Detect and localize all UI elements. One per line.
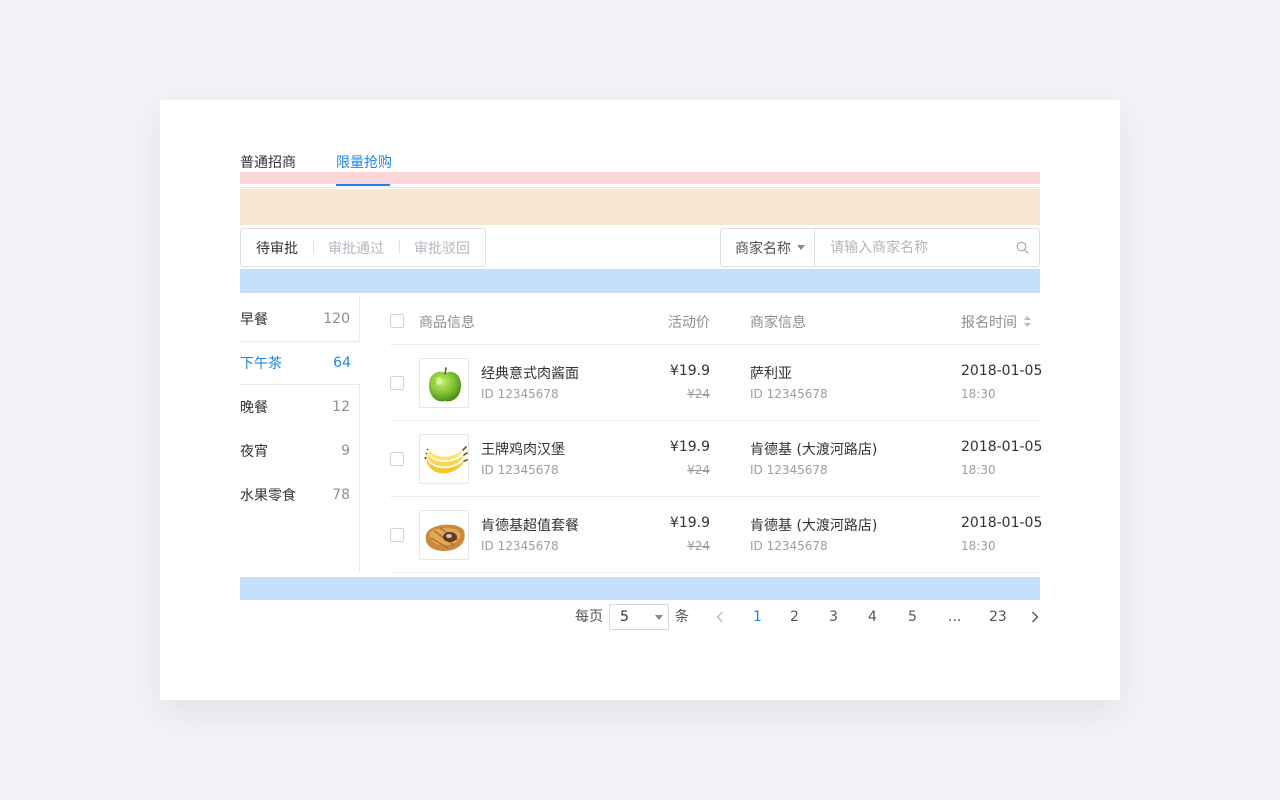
status-pending-button[interactable]: 待审批 (241, 238, 313, 258)
row-checkbox[interactable] (390, 376, 404, 390)
product-id: ID 12345678 (481, 539, 559, 553)
category-item-active[interactable]: 下午茶 64 (240, 341, 361, 385)
tab-divider (240, 187, 1040, 188)
status-approved-button[interactable]: 审批通过 (313, 238, 399, 258)
merchant-id: ID 12345678 (750, 387, 828, 401)
sort-icon[interactable] (1023, 315, 1032, 332)
sale-price: ¥19.9 (669, 439, 710, 455)
green-apple-image (419, 358, 469, 408)
table-row: 肯德基超值套餐 ID 12345678 ¥19.9 ¥24 肯德基 (大渡河路店… (390, 497, 1043, 573)
search-icon[interactable] (1006, 229, 1039, 266)
next-page-icon[interactable] (1031, 603, 1039, 631)
signup-time: 18:30 (961, 387, 996, 401)
page-23-button[interactable]: 23 (989, 603, 1007, 631)
product-name: 经典意式肉酱面 (481, 366, 579, 382)
prev-page-icon[interactable] (716, 603, 724, 631)
row-checkbox[interactable] (390, 528, 404, 542)
page-1-button[interactable]: 1 (753, 603, 762, 631)
active-tab-indicator (336, 184, 390, 186)
search-input[interactable] (815, 229, 1007, 266)
search-field-label: 商家名称 (735, 240, 791, 257)
category-item[interactable]: 早餐 120 (240, 297, 360, 341)
per-page-prefix: 每页 (575, 609, 603, 625)
row-checkbox[interactable] (390, 452, 404, 466)
per-page-suffix: 条 (675, 609, 689, 625)
original-price: ¥24 (687, 539, 710, 553)
page-2-button[interactable]: 2 (790, 603, 799, 631)
category-sidebar: 早餐 120 下午茶 64 晚餐 12 夜宵 9 水果零食 78 (240, 297, 361, 572)
caret-down-icon (797, 245, 805, 250)
header-price: 活动价 (668, 315, 710, 331)
header-product: 商品信息 (419, 315, 475, 331)
signup-time: 18:30 (961, 463, 996, 477)
header-signup-time[interactable]: 报名时间 (961, 312, 1032, 332)
merchant-search: 商家名称 (720, 228, 1040, 267)
page-ellipsis: ... (948, 609, 962, 625)
table-row: 经典意式肉酱面 ID 12345678 ¥19.9 ¥24 萨利亚 ID 123… (390, 345, 1043, 421)
original-price: ¥24 (687, 463, 710, 477)
merchant-name: 肯德基 (大渡河路店) (750, 518, 878, 534)
search-field-select[interactable]: 商家名称 (721, 229, 816, 266)
product-name: 肯德基超值套餐 (481, 518, 579, 534)
status-filter-group: 待审批 审批通过 审批驳回 (240, 228, 486, 267)
tab-flash-sale[interactable]: 限量抢购 (336, 154, 392, 172)
banana-image (419, 434, 469, 484)
merchant-id: ID 12345678 (750, 463, 828, 477)
select-all-checkbox[interactable] (390, 314, 404, 328)
merchant-name: 肯德基 (大渡河路店) (750, 442, 878, 458)
caret-down-icon (655, 615, 663, 620)
merchant-name: 萨利亚 (750, 366, 792, 382)
signup-time: 18:30 (961, 539, 996, 553)
signup-date: 2018-01-05 (961, 439, 1043, 455)
category-item[interactable]: 夜宵 9 (240, 429, 360, 473)
product-id: ID 12345678 (481, 387, 559, 401)
category-item[interactable]: 晚餐 12 (240, 385, 360, 429)
merchant-id: ID 12345678 (750, 539, 828, 553)
highlight-band-red (240, 172, 1040, 184)
highlight-band-orange (240, 189, 1040, 225)
page-4-button[interactable]: 4 (868, 603, 877, 631)
product-name: 王牌鸡肉汉堡 (481, 442, 565, 458)
product-id: ID 12345678 (481, 463, 559, 477)
sale-price: ¥19.9 (669, 515, 710, 531)
highlight-band-blue (240, 269, 1040, 293)
signup-date: 2018-01-05 (961, 363, 1043, 379)
highlight-band-blue (240, 577, 1040, 600)
page-3-button[interactable]: 3 (829, 603, 838, 631)
tab-normal-merchant[interactable]: 普通招商 (240, 154, 296, 172)
status-rejected-button[interactable]: 审批驳回 (399, 238, 485, 258)
sale-price: ¥19.9 (669, 363, 710, 379)
main-card: 普通招商 限量抢购 待审批 审批通过 审批驳回 商家名称 请输入商家名称 早餐 … (160, 100, 1120, 700)
signup-date: 2018-01-05 (961, 515, 1043, 531)
original-price: ¥24 (687, 387, 710, 401)
header-merchant: 商家信息 (750, 315, 806, 331)
pastry-image (419, 510, 469, 560)
page-5-button[interactable]: 5 (908, 603, 917, 631)
page-size-select[interactable]: 5 (609, 604, 669, 630)
category-item[interactable]: 水果零食 78 (240, 473, 360, 517)
table-row: 王牌鸡肉汉堡 ID 12345678 ¥19.9 ¥24 肯德基 (大渡河路店)… (390, 421, 1043, 497)
table-header: 商品信息 活动价 商家信息 报名时间 (390, 297, 1040, 345)
pagination: 每页 5 条 1 2 3 4 5 ... 23 (575, 603, 1040, 631)
